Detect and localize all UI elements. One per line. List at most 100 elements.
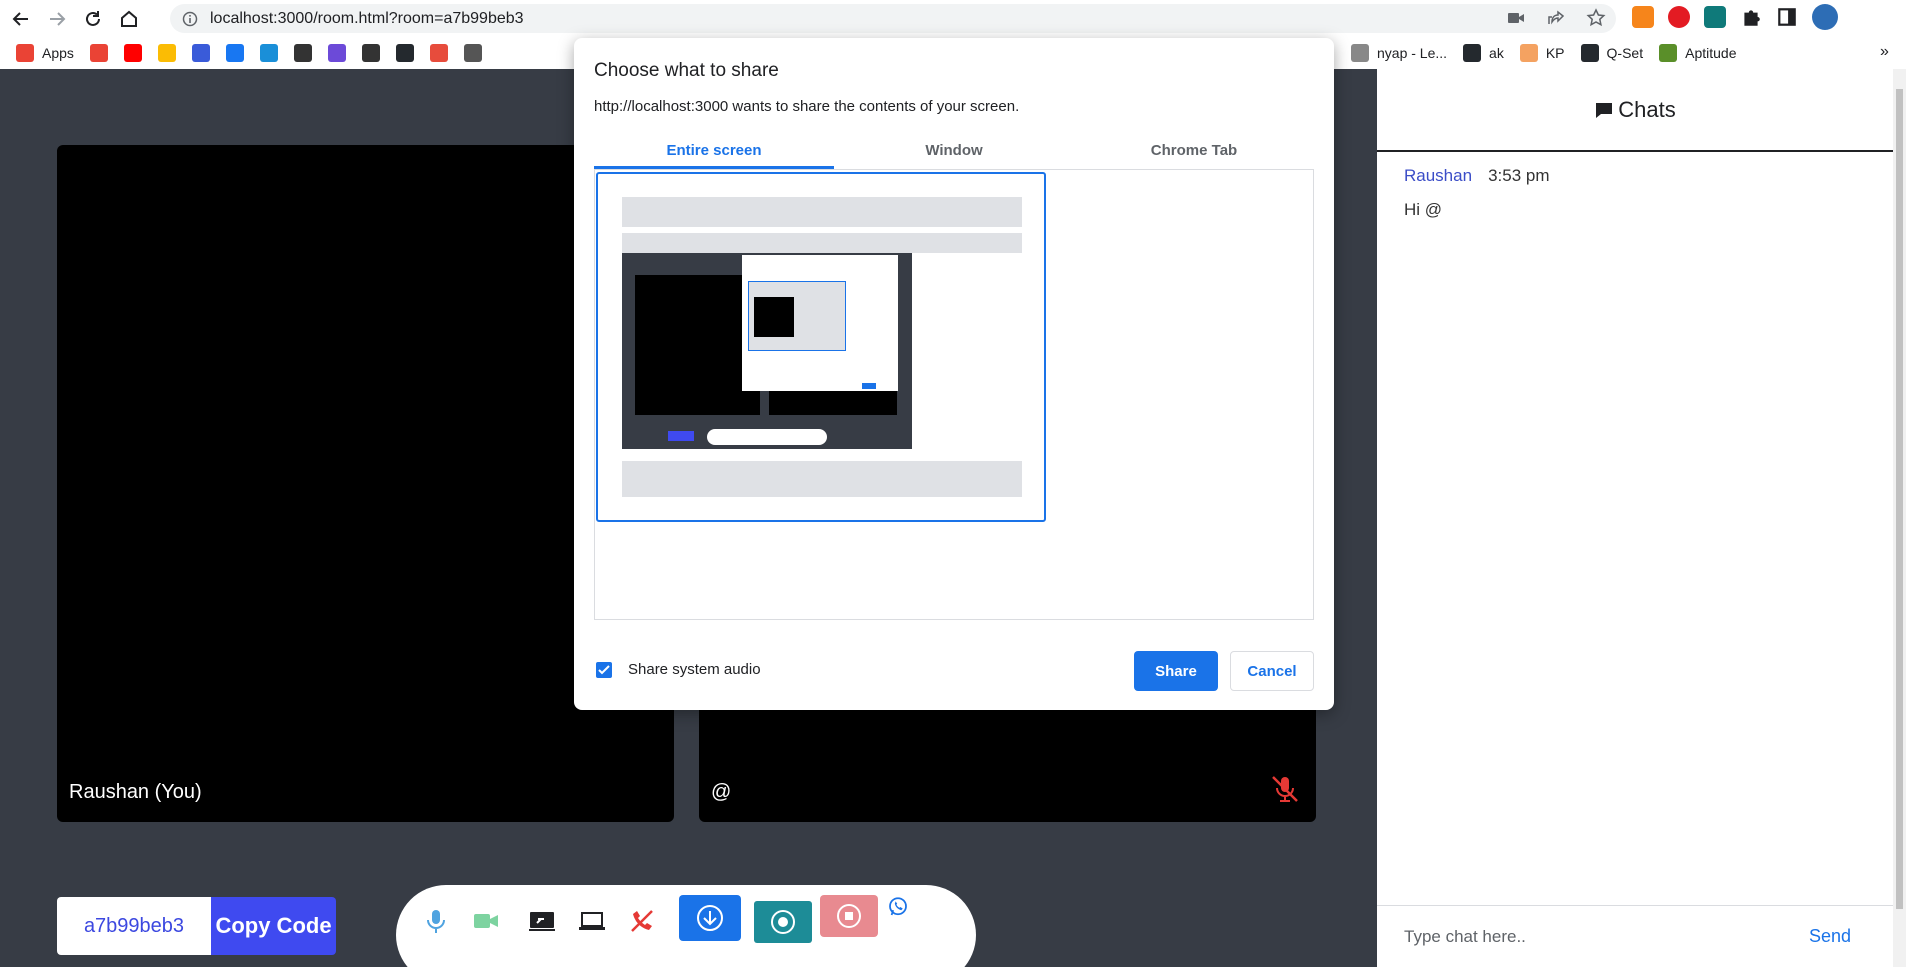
chat-panel: Chats Raushan 3:53 pm Hi @ Send — [1377, 69, 1893, 967]
bookmark-item[interactable]: nyap - Le... — [1351, 44, 1447, 62]
mic-button[interactable] — [418, 903, 454, 939]
bookmark-item[interactable]: Q-Set — [1580, 44, 1644, 62]
github-icon — [1463, 44, 1482, 62]
share-audio-checkbox[interactable] — [596, 662, 612, 678]
share-icon[interactable] — [1546, 8, 1566, 28]
forward-button[interactable] — [42, 4, 72, 34]
screen-share-icon — [529, 912, 555, 931]
apps-grid-icon — [16, 44, 34, 62]
scrollbar-thumb[interactable] — [1896, 89, 1903, 909]
bookmark-item[interactable] — [463, 44, 482, 62]
bookmark-label: Aptitude — [1685, 45, 1737, 61]
bookmark-item[interactable] — [191, 44, 210, 62]
github-icon — [395, 44, 414, 62]
bookmark-icon — [327, 44, 346, 62]
bookmark-item[interactable]: KP — [1519, 44, 1565, 62]
share-screen-button[interactable] — [524, 903, 560, 939]
bookmark-item[interactable] — [157, 44, 176, 62]
participant-name: Raushan (You) — [69, 781, 202, 803]
share-screen-dialog: Choose what to share http://localhost:30… — [574, 38, 1334, 710]
bookmark-item[interactable]: Apps — [16, 44, 74, 62]
tab-chrome-tab[interactable]: Chrome Tab — [1074, 138, 1314, 169]
bookmark-item[interactable] — [225, 44, 244, 62]
dialog-title: Choose what to share — [594, 60, 779, 81]
star-icon[interactable] — [1586, 8, 1606, 28]
adblock-extension-icon[interactable] — [1668, 6, 1690, 28]
participant-name: @ — [711, 781, 732, 803]
chat-header: Chats — [1377, 69, 1893, 152]
bookmark-icon — [259, 44, 278, 62]
end-call-button[interactable] — [624, 903, 660, 939]
dialog-subtitle: http://localhost:3000 wants to share the… — [594, 98, 1020, 115]
bookmark-label: Apps — [42, 45, 74, 61]
whatsapp-share-button[interactable] — [884, 893, 912, 921]
drive-icon — [157, 44, 176, 62]
bookmark-item[interactable] — [293, 44, 312, 62]
more-bookmarks-chevron-icon[interactable]: » — [1880, 43, 1889, 61]
url-text[interactable]: localhost:3000/room.html?room=a7b99beb3 — [210, 10, 524, 28]
puzzle-extensions-icon[interactable] — [1740, 6, 1762, 28]
home-button[interactable] — [114, 4, 144, 34]
home-icon — [121, 10, 137, 27]
camera-button[interactable] — [468, 903, 504, 939]
bookmark-item[interactable] — [327, 44, 346, 62]
share-audio-label[interactable]: Share system audio — [628, 661, 761, 678]
room-code-box: a7b99beb3 Copy Code — [57, 897, 336, 955]
tab-entire-screen[interactable]: Entire screen — [594, 138, 834, 169]
checkmark-icon — [598, 665, 610, 675]
youtube-icon — [123, 44, 142, 62]
laptop-icon — [579, 912, 605, 930]
bookmark-label: Q-Set — [1606, 45, 1644, 61]
camera-in-use-icon[interactable] — [1506, 8, 1526, 28]
reload-icon — [86, 10, 100, 26]
browser-toolbar: localhost:3000/room.html?room=a7b99beb3 — [0, 0, 1906, 37]
bookmark-icon — [429, 44, 448, 62]
metamask-extension-icon[interactable] — [1632, 6, 1654, 28]
chat-bubble-icon — [1596, 102, 1613, 118]
chat-input-row: Send — [1377, 905, 1893, 967]
bookmark-icon — [1351, 44, 1369, 62]
screen-option[interactable] — [596, 172, 1046, 522]
screen-thumbnail — [622, 197, 1022, 497]
bookmark-item[interactable] — [89, 44, 108, 62]
share-button[interactable]: Share — [1134, 651, 1218, 691]
microphone-icon — [427, 910, 445, 933]
send-button[interactable]: Send — [1809, 926, 1851, 947]
page-scrollbar[interactable] — [1893, 69, 1906, 967]
chat-title: Chats — [1618, 96, 1676, 122]
side-panel-icon[interactable] — [1776, 6, 1798, 28]
gmail-icon — [89, 44, 108, 62]
video-camera-icon — [474, 914, 498, 928]
bookmark-icon — [1659, 44, 1678, 62]
download-button[interactable] — [679, 895, 741, 941]
tab-window[interactable]: Window — [834, 138, 1074, 169]
room-code[interactable]: a7b99beb3 — [57, 897, 211, 955]
call-controls — [396, 885, 976, 967]
facebook-icon — [225, 44, 244, 62]
laptop-button[interactable] — [574, 903, 610, 939]
bookmark-item[interactable] — [395, 44, 414, 62]
cap-icon — [361, 44, 380, 62]
address-bar[interactable]: localhost:3000/room.html?room=a7b99beb3 — [170, 4, 1616, 33]
cancel-button[interactable]: Cancel — [1230, 651, 1314, 691]
bookmark-label: ak — [1489, 45, 1504, 61]
back-button[interactable] — [6, 4, 36, 34]
bookmark-item[interactable]: Aptitude — [1659, 44, 1736, 62]
extension-icon[interactable] — [1704, 6, 1726, 28]
bookmark-item[interactable]: ak — [1463, 44, 1504, 62]
copy-code-button[interactable]: Copy Code — [211, 897, 336, 955]
bookmark-item[interactable] — [259, 44, 278, 62]
message-author: Raushan — [1404, 166, 1473, 185]
stop-recording-button[interactable] — [820, 895, 878, 937]
record-button[interactable] — [754, 901, 812, 943]
bookmark-item[interactable] — [361, 44, 380, 62]
bookmark-label: KP — [1545, 45, 1565, 61]
chat-input[interactable] — [1404, 926, 1764, 947]
stop-icon — [837, 904, 861, 928]
reload-button[interactable] — [78, 4, 108, 34]
profile-avatar[interactable] — [1812, 4, 1838, 30]
arrow-left-icon — [12, 11, 28, 26]
bookmark-item[interactable] — [123, 44, 142, 62]
bookmark-item[interactable] — [429, 44, 448, 62]
info-icon[interactable] — [182, 11, 198, 27]
